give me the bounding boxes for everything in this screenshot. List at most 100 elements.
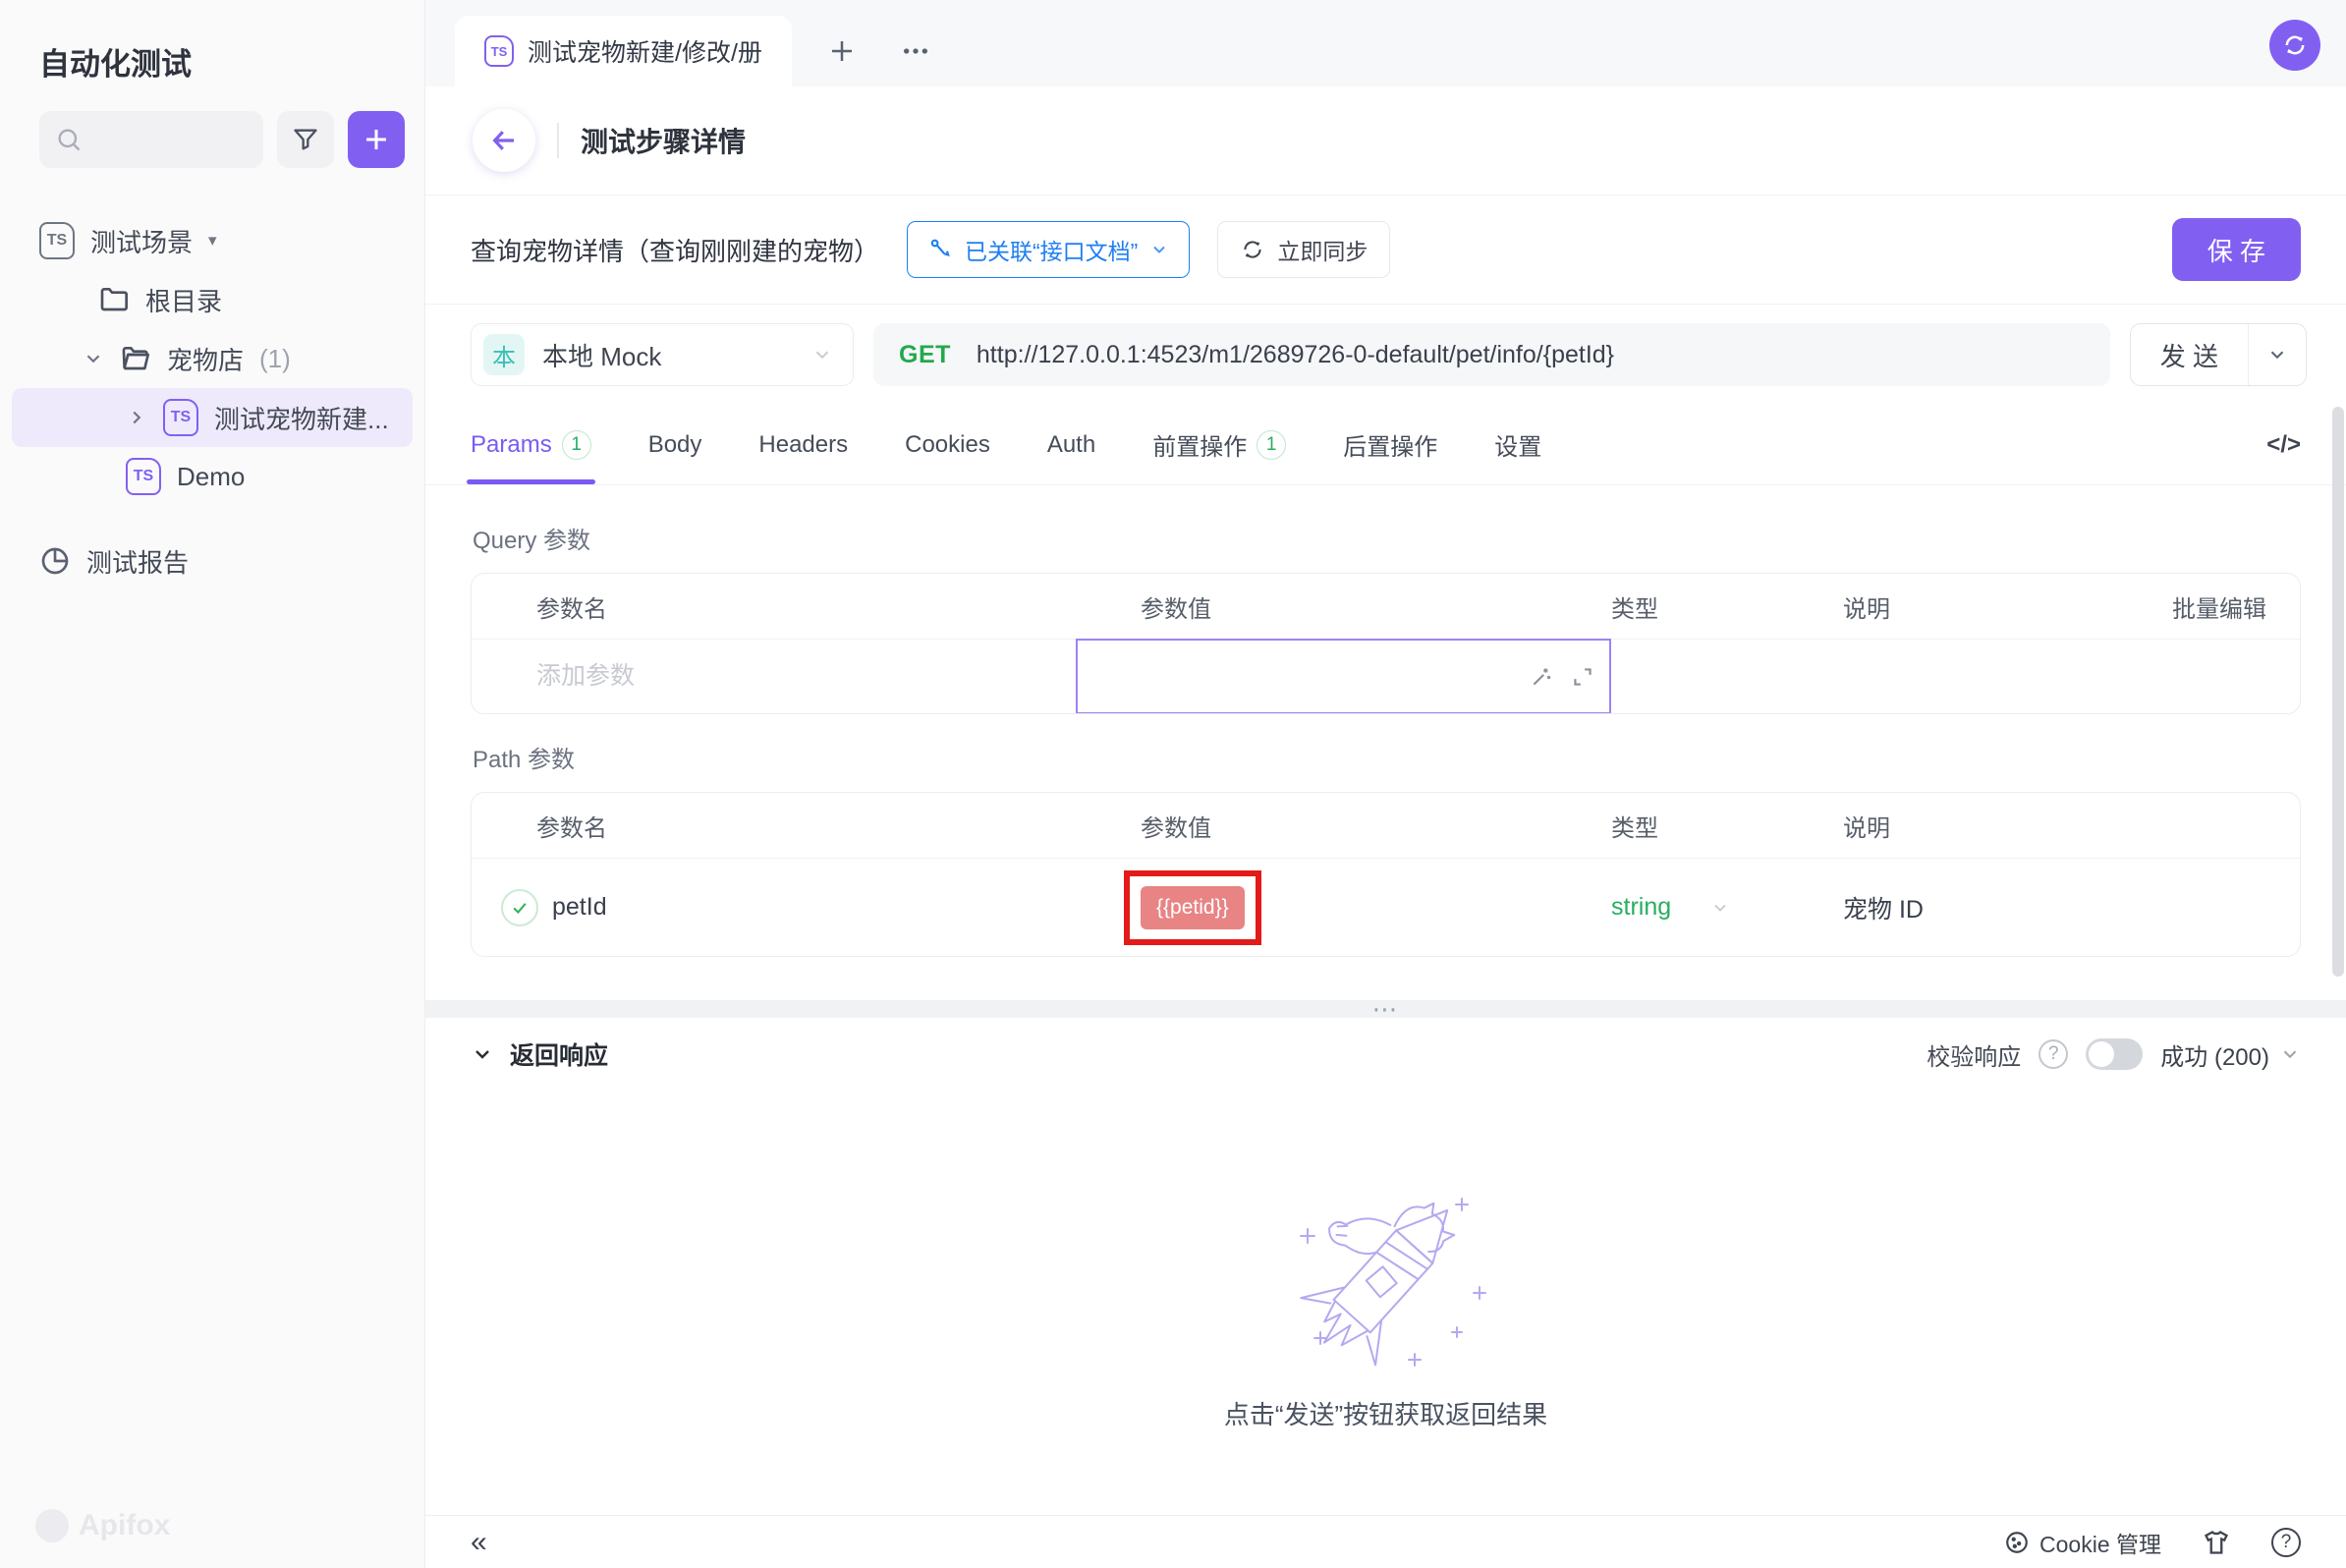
- path-params-table: 参数名 参数值 类型 说明 petId {{petid}}: [471, 792, 2301, 957]
- sidebar-item-demo[interactable]: TS Demo: [0, 447, 424, 506]
- ts-tab-icon: TS: [484, 35, 514, 67]
- expand-icon[interactable]: [1570, 664, 1595, 690]
- panel-splitter-handle[interactable]: ⋯: [425, 1000, 2346, 1018]
- petstore-count: (1): [259, 344, 291, 374]
- filter-button[interactable]: [277, 111, 334, 168]
- param-desc[interactable]: 宠物 ID: [1798, 890, 2300, 925]
- tab-body[interactable]: Body: [648, 405, 702, 484]
- code-view-icon[interactable]: </>: [2266, 431, 2301, 459]
- params-area: Query 参数 参数名 参数值 类型 说明 批量编辑: [425, 485, 2346, 957]
- new-tab-button[interactable]: [827, 36, 857, 66]
- url-bar: GET: [873, 323, 2110, 386]
- col-value: 参数值: [1076, 809, 1611, 843]
- tab-post-operations[interactable]: 后置操作: [1343, 405, 1437, 484]
- http-method: GET: [899, 341, 951, 369]
- tab-auth[interactable]: Auth: [1047, 405, 1095, 484]
- save-button[interactable]: 保 存: [2172, 218, 2301, 281]
- help-icon[interactable]: ?: [2271, 1528, 2301, 1557]
- main-panel: TS 测试宠物新建/修改/册: [425, 0, 2346, 1568]
- query-params-table: 参数名 参数值 类型 说明 批量编辑: [471, 573, 2301, 714]
- col-desc: 说明: [1798, 589, 2123, 624]
- sync-icon: [2281, 31, 2309, 59]
- sidebar-item-selected-case[interactable]: TS 测试宠物新建...: [12, 388, 413, 447]
- footer-bar: « Cookie 管理 ?: [425, 1515, 2346, 1568]
- folder-icon: [98, 284, 130, 315]
- bulk-edit-button[interactable]: 批量编辑: [2123, 589, 2300, 624]
- sidebar-item-scenarios[interactable]: TS 测试场景 ▾: [0, 211, 424, 270]
- sidebar-item-root-folder[interactable]: 根目录: [0, 270, 424, 329]
- tab-bar: TS 测试宠物新建/修改/册: [425, 0, 2346, 86]
- param-value-cell-focused[interactable]: [1076, 639, 1611, 714]
- tab-settings[interactable]: 设置: [1494, 405, 1541, 484]
- response-status-select[interactable]: 成功 (200): [2160, 1037, 2301, 1072]
- ts-case-icon: TS: [163, 399, 198, 436]
- param-type-select[interactable]: string: [1611, 893, 1671, 922]
- chevron-down-icon: [83, 348, 104, 369]
- tab-pre-operations[interactable]: 前置操作 1: [1152, 405, 1286, 484]
- validate-response-toggle[interactable]: [2086, 1038, 2143, 1070]
- response-title: 返回响应: [510, 1036, 608, 1072]
- param-value-variable-badge[interactable]: {{petid}}: [1141, 886, 1245, 929]
- sync-now-button[interactable]: 立即同步: [1217, 221, 1390, 278]
- ts-case-icon: TS: [126, 458, 161, 495]
- apifox-watermark: Apifox: [35, 1509, 170, 1542]
- request-bar: 本 本地 Mock GET 发 送: [425, 305, 2346, 405]
- back-button[interactable]: [473, 109, 535, 172]
- cookie-icon: [2004, 1530, 2030, 1555]
- vertical-scrollbar[interactable]: [2332, 407, 2344, 977]
- col-desc: 说明: [1798, 809, 2300, 843]
- params-count-badge: 1: [562, 430, 591, 460]
- scenario-tree: TS 测试场景 ▾ 根目录 宠物店 (1): [0, 211, 424, 590]
- environment-select[interactable]: 本 本地 Mock: [471, 323, 854, 386]
- sidebar-item-petstore[interactable]: 宠物店 (1): [0, 329, 424, 388]
- cookie-manager-button[interactable]: Cookie 管理: [2004, 1526, 2161, 1559]
- step-name: 查询宠物详情（查询刚刚建的宠物）: [471, 232, 879, 268]
- collapse-chevron-icon[interactable]: [471, 1042, 494, 1066]
- divider: [557, 123, 559, 158]
- param-name-cell: [472, 662, 1076, 691]
- param-name[interactable]: petId: [552, 893, 607, 922]
- refresh-icon: [1240, 237, 1265, 262]
- help-icon[interactable]: ?: [2039, 1039, 2068, 1069]
- add-param-input[interactable]: [536, 662, 1022, 691]
- step-header: 查询宠物详情（查询刚刚建的宠物） 已关联“接口文档” 立即同步 保 存: [425, 195, 2346, 305]
- send-options-caret[interactable]: [2248, 324, 2306, 385]
- chevron-down-icon: [1710, 898, 1730, 918]
- path-params-header: 参数名 参数值 类型 说明: [472, 793, 2300, 858]
- url-input[interactable]: [977, 341, 2085, 369]
- linked-api-doc-button[interactable]: 已关联“接口文档”: [907, 221, 1190, 278]
- pie-chart-icon: [39, 545, 71, 577]
- col-type: 类型: [1611, 589, 1798, 624]
- scenarios-label: 测试场景: [90, 223, 193, 259]
- link-icon: [927, 237, 953, 262]
- tab-actions: [827, 35, 931, 67]
- pre-operations-count-badge: 1: [1257, 430, 1286, 460]
- send-button[interactable]: 发 送: [2130, 323, 2307, 386]
- plus-icon: [362, 125, 391, 154]
- sync-indicator-button[interactable]: [2269, 20, 2320, 71]
- param-enabled-check-icon[interactable]: [501, 889, 538, 926]
- tab-title: 测试宠物新建/修改/册: [528, 33, 762, 69]
- param-value-cell: {{petid}}: [1076, 886, 1611, 929]
- tshirt-icon[interactable]: [2203, 1529, 2230, 1556]
- param-value-input[interactable]: [1078, 662, 1529, 691]
- add-scenario-button[interactable]: [348, 111, 405, 168]
- search-input[interactable]: [39, 111, 263, 168]
- sidebar-title: 自动化测试: [0, 33, 424, 111]
- sidebar: 自动化测试 TS 测试场景 ▾: [0, 0, 425, 1568]
- caret-down-icon: ▾: [208, 231, 217, 251]
- request-tabs: Params 1 Body Headers Cookies Auth 前置操作 …: [425, 405, 2346, 485]
- tab-active-scenario[interactable]: TS 测试宠物新建/修改/册: [455, 16, 792, 86]
- tab-cookies[interactable]: Cookies: [905, 405, 990, 484]
- tab-params[interactable]: Params 1: [471, 405, 591, 484]
- sidebar-item-test-reports[interactable]: 测试报告: [0, 532, 424, 590]
- tab-headers[interactable]: Headers: [758, 405, 848, 484]
- chevron-down-icon: [811, 344, 833, 365]
- more-tabs-button[interactable]: [900, 35, 931, 67]
- magic-wand-icon[interactable]: [1529, 664, 1554, 690]
- col-name: 参数名: [472, 809, 1076, 843]
- apifox-logo-icon: [35, 1509, 69, 1542]
- col-value: 参数值: [1076, 589, 1611, 624]
- collapse-sidebar-icon[interactable]: «: [471, 1526, 487, 1559]
- col-type: 类型: [1611, 809, 1798, 843]
